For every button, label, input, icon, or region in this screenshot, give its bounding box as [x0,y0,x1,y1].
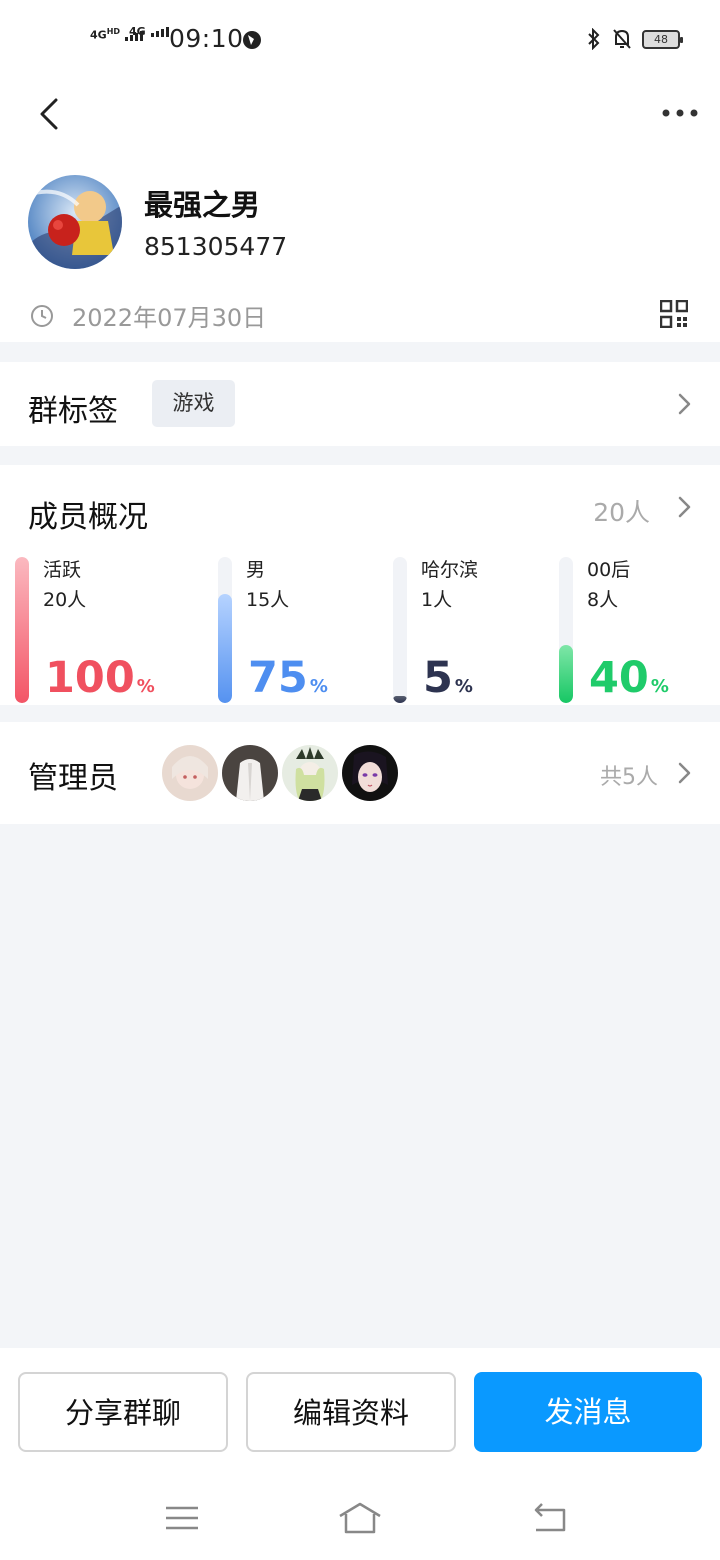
admin-avatar[interactable] [162,745,218,801]
admin-avatar[interactable] [282,745,338,801]
admins-total: 共5人 [600,765,658,790]
back-arrow-icon[interactable] [28,92,72,136]
bell-off-icon [613,29,631,49]
members-title: 成员概况 [28,500,148,535]
chevron-right-icon [678,393,691,415]
created-date-row: 2022年07月30日 [30,298,266,333]
stat-count: 15人 [246,589,290,611]
stat-bar [393,557,407,703]
bluetooth-icon [588,28,600,50]
sim2-label: 4G [129,25,146,38]
stat-percent: 40% [589,653,669,712]
signal-sim2: 4G [129,26,169,37]
sim1-label: 4G [90,28,107,42]
members-total: 20人 [593,498,650,527]
admins-title: 管理员 [28,761,118,796]
group-tags-row[interactable]: 群标签 游戏 [0,362,720,446]
group-id: 851305477 [144,232,288,261]
battery-level: 48 [654,32,668,46]
stat-bar-fill [559,644,573,703]
stat-count: 1人 [421,589,453,611]
stat-bar-fill [218,593,232,703]
stat-percent-value: 100 [45,653,135,703]
stat-percent: 100% [45,653,155,712]
stat-percent-value: 5 [423,653,453,703]
home-icon[interactable] [336,1500,384,1536]
tags-title: 群标签 [28,394,118,429]
stat-label: 活跃 [43,559,82,581]
admin-avatar[interactable] [342,745,398,801]
share-group-button[interactable]: 分享群聊 [18,1372,228,1452]
stat-label: 00后 [587,559,631,581]
action-bar: 分享群聊 编辑资料 发消息 [0,1348,720,1478]
qr-code-icon[interactable] [660,300,688,328]
stat-bar [15,557,29,703]
stat-label: 男 [246,559,266,581]
stat-bar-fill [15,557,29,703]
status-icons: 48 [586,28,683,50]
stat-percent: 5% [423,653,473,712]
chevron-right-icon [678,762,691,784]
system-nav-bar [0,1478,720,1560]
stat-label: 哈尔滨 [421,559,479,581]
stat-percent-unit: % [136,676,155,697]
stat-percent-value: 75 [248,653,308,703]
stat-percent: 75% [248,653,328,712]
stat-count: 8人 [587,589,619,611]
more-icon[interactable] [660,98,700,128]
send-message-button[interactable]: 发消息 [474,1372,702,1452]
admin-avatar-list [162,745,398,801]
clock-icon [31,304,53,327]
location-icon [243,31,261,49]
back-nav-icon[interactable] [530,1500,570,1536]
group-avatar[interactable] [28,175,122,269]
stat-bar [559,557,573,703]
members-overview[interactable]: 成员概况 20人 活跃 20人 100% 男 15人 75% 哈尔滨 1人 5%… [0,465,720,705]
admins-row[interactable]: 管理员 共5人 [0,722,720,824]
chevron-right-icon [678,496,691,518]
battery-indicator: 48 [642,29,683,49]
stat-percent-unit: % [454,676,473,697]
stat-count: 20人 [43,589,87,611]
admin-avatar[interactable] [222,745,278,801]
edit-profile-button[interactable]: 编辑资料 [246,1372,456,1452]
stat-percent-unit: % [650,676,669,697]
stat-percent-value: 40 [589,653,649,703]
sim1-tag: HD [106,27,121,36]
group-name: 最强之男 [144,188,261,222]
tag-chip: 游戏 [152,380,235,427]
signal-bars-icon [150,27,169,37]
stat-bar [218,557,232,703]
stat-bar-fill [393,695,407,703]
status-bar: 4GHD 4G 09:10 48 [0,0,720,80]
created-date: 2022年07月30日 [72,304,267,332]
menu-icon[interactable] [162,1500,202,1536]
clock: 09:10 [169,24,244,53]
group-header: 最强之男 851305477 2022年07月30日 [0,80,720,342]
stat-percent-unit: % [309,676,328,697]
